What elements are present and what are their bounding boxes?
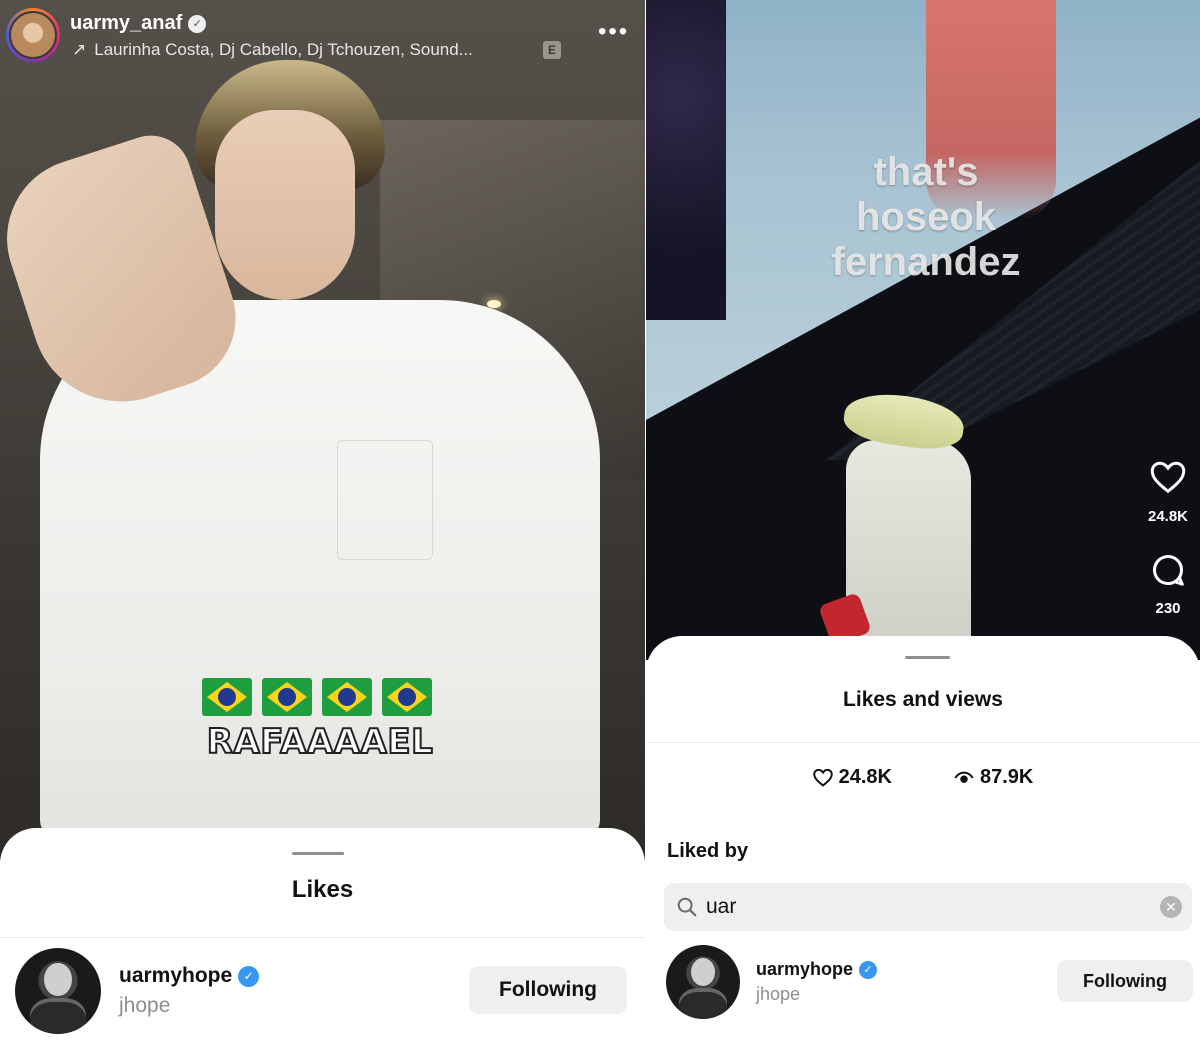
verified-badge-icon: ✓ [859,960,878,979]
poster-username-text: uarmy_anaf [70,12,183,34]
sheet-grabber[interactable] [292,852,344,855]
poster-avatar[interactable] [6,8,60,62]
clear-search-icon[interactable]: ✕ [1160,896,1182,918]
video-person-face [215,110,355,300]
overlay-line: that's [873,150,979,194]
avatar[interactable] [666,945,740,1019]
poster-username[interactable]: uarmy_anaf ✓ [70,12,207,35]
following-button[interactable]: Following [1057,960,1193,1002]
search-box[interactable]: ✕ [664,883,1192,931]
brazil-flag-icon [382,678,432,716]
brazil-flag-icon [322,678,372,716]
like-action[interactable]: 24.8K [1148,460,1188,525]
sheet-grabber[interactable] [905,656,950,659]
liker-fullname: jhope [119,994,171,1017]
liker-fullname: jhope [756,984,801,1004]
likes-and-views-sheet: Likes and views 24.8K 87.9K Liked by uar… [646,636,1200,1049]
brazil-flags-row [202,678,432,716]
explicit-badge: E [543,41,561,59]
liker-row[interactable]: uarmyhope ✓ jhope Following [0,938,645,1048]
brazil-flag-icon [262,678,312,716]
views-stat: 87.9K [954,766,1033,789]
verified-badge-icon: ✓ [188,14,207,33]
liker-username-text: uarmyhope [756,959,854,979]
views-value: 87.9K [980,766,1034,788]
heart-icon [812,768,833,787]
video-overlay-text: that's hoseok fernandez [806,150,1046,285]
sheet-title: Likes and views [843,688,1003,711]
video-shirt-pocket [337,440,433,560]
right-reel-panel: that's hoseok fernandez 24.8K 230 Likes … [646,0,1200,1049]
audio-attribution[interactable]: ↗ Laurinha Costa, Dj Cabello, Dj Tchouze… [72,40,473,60]
audio-text: Laurinha Costa, Dj Cabello, Dj Tchouzen,… [94,40,473,59]
overlay-line: fernandez [831,240,1021,284]
liker-username[interactable]: uarmyhope ✓ [119,964,260,988]
likes-stat: 24.8K [812,766,892,789]
stage-screen-dark-edge [646,0,726,320]
liked-by-label: Liked by [667,840,749,862]
avatar[interactable] [15,948,101,1034]
reel-video[interactable]: RAFAAAAEL uarmy_anaf ✓ ↗ Laurinha Costa,… [0,0,645,860]
left-reel-panel: RAFAAAAEL uarmy_anaf ✓ ↗ Laurinha Costa,… [0,0,645,1049]
stats-row: 24.8K 87.9K [646,766,1200,789]
following-button[interactable]: Following [469,966,627,1014]
performer-body [846,440,971,640]
comment-action[interactable]: 230 [1148,552,1188,617]
search-icon [677,897,697,917]
sheet-divider [646,742,1200,743]
search-input[interactable] [706,893,1146,921]
video-caption: RAFAAAAEL [206,721,434,763]
likes-sheet: Likes uarmyhope ✓ jhope Following [0,828,645,1049]
like-count: 24.8K [1147,508,1189,525]
heart-icon[interactable] [1150,460,1186,494]
comment-count: 230 [1155,600,1181,617]
likes-value: 24.8K [838,766,892,788]
comment-icon[interactable] [1150,552,1186,588]
liker-row[interactable]: uarmyhope ✓ jhope Following [646,936,1200,1036]
sheet-title: Likes [291,876,354,903]
liker-username-text: uarmyhope [119,964,233,987]
verified-badge-icon: ✓ [238,965,260,987]
overlay-line: hoseok [855,195,997,239]
reel-video[interactable]: that's hoseok fernandez 24.8K 230 [646,0,1200,660]
liker-username[interactable]: uarmyhope ✓ [756,959,878,980]
eye-icon [954,771,974,783]
brazil-flag-icon [202,678,252,716]
arrow-up-right-icon: ↗ [72,40,87,59]
more-horizontal-icon[interactable]: ••• [598,20,629,44]
